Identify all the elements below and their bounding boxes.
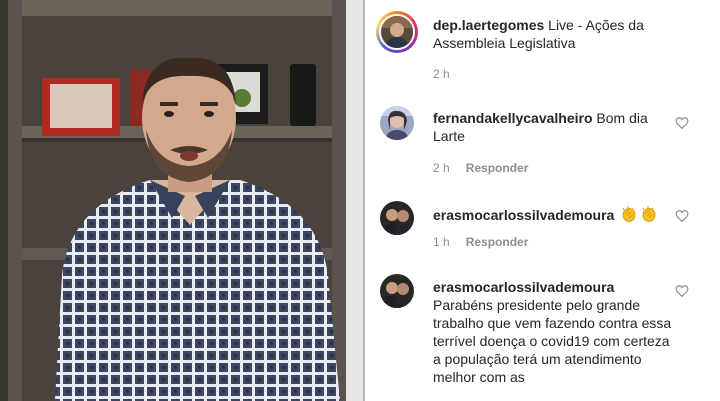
- comment-time[interactable]: 2 h: [433, 161, 450, 175]
- heart-icon: [675, 210, 689, 223]
- heart-icon: [675, 285, 689, 298]
- post-time[interactable]: 2 h: [433, 67, 450, 81]
- reply-button[interactable]: Responder: [466, 161, 529, 175]
- clapping-hands-icon: [640, 205, 658, 227]
- avatar-image: [380, 106, 414, 140]
- avatar-image: [380, 201, 414, 235]
- heart-icon: [675, 117, 689, 130]
- like-comment-button[interactable]: [675, 209, 691, 225]
- comment-time[interactable]: 1 h: [433, 235, 450, 249]
- reply-button[interactable]: Responder: [466, 235, 529, 249]
- like-comment-button[interactable]: [675, 284, 691, 300]
- avatar-image: [380, 274, 414, 308]
- commenter-avatar[interactable]: [380, 274, 414, 308]
- live-video-frame[interactable]: [0, 0, 363, 401]
- comments-panel[interactable]: dep.laertegomes Live - Ações da Assemble…: [365, 0, 720, 401]
- comment-text: Parabéns presidente pelo grande trabalho…: [433, 297, 672, 385]
- post-author-username[interactable]: dep.laertegomes: [433, 17, 544, 33]
- commenter-username[interactable]: fernandakellycavalheiro: [433, 110, 593, 126]
- post-author-avatar[interactable]: [376, 11, 418, 53]
- video-scene: [0, 0, 363, 401]
- clapping-hands-icon: [620, 205, 638, 227]
- like-comment-button[interactable]: [675, 116, 691, 132]
- commenter-avatar[interactable]: [380, 201, 414, 235]
- avatar-image: [381, 16, 413, 48]
- commenter-username[interactable]: erasmocarlossilvademoura: [433, 279, 614, 295]
- commenter-avatar[interactable]: [380, 106, 414, 140]
- commenter-username[interactable]: erasmocarlossilvademoura: [433, 207, 614, 223]
